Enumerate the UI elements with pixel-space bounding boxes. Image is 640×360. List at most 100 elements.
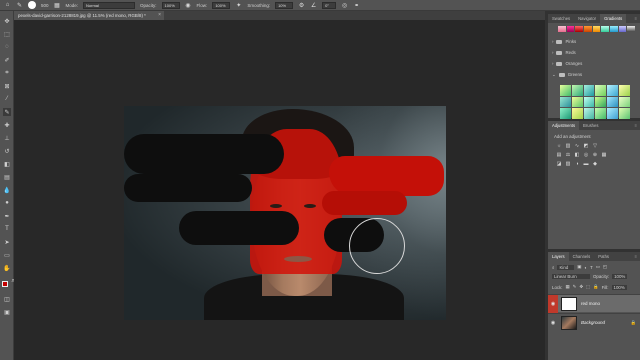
path-select-tool-icon[interactable]: ➤ [3, 238, 11, 246]
opacity-field[interactable]: 100% [161, 1, 180, 9]
gradient-swatch[interactable] [619, 96, 630, 108]
quick-select-tool-icon[interactable]: ✐ [3, 56, 11, 64]
gradient-swatch[interactable] [607, 96, 619, 108]
expand-chevron-icon[interactable]: › [552, 38, 553, 46]
threshold-icon[interactable]: ◑ [574, 161, 580, 167]
brush-preset-picker[interactable] [28, 1, 36, 9]
crop-tool-icon[interactable]: ⌗ [3, 69, 11, 77]
gradient-swatch[interactable] [566, 26, 575, 32]
selective-color-icon[interactable]: ◆ [592, 161, 598, 167]
gradient-swatch[interactable] [595, 96, 607, 108]
tab-gradients[interactable]: Gradients [600, 14, 627, 23]
layer-opacity-field[interactable]: 100% [612, 274, 628, 279]
posterize-icon[interactable]: ▨ [565, 161, 571, 167]
gradient-swatch[interactable] [560, 108, 571, 119]
lock-position-icon[interactable]: ✥ [579, 284, 583, 290]
gradient-swatch[interactable] [607, 108, 619, 119]
symmetry-icon[interactable]: ⚭ [353, 2, 360, 9]
gradient-swatch[interactable] [560, 96, 571, 108]
quick-mask-icon[interactable]: ◫ [3, 295, 11, 303]
levels-icon[interactable]: ▥ [565, 143, 571, 149]
gradient-swatch[interactable] [619, 85, 630, 96]
exposure-icon[interactable]: ◩ [583, 143, 589, 149]
blur-tool-icon[interactable]: 💧 [3, 186, 11, 194]
gradient-folder[interactable]: › Oranges [552, 60, 582, 68]
tab-navigator[interactable]: Navigator [574, 14, 600, 23]
type-tool-icon[interactable]: T [3, 225, 11, 233]
angle-icon[interactable]: ∠ [310, 2, 317, 9]
gradient-swatch[interactable] [601, 26, 610, 32]
color-balance-icon[interactable]: ⚖ [565, 152, 571, 158]
gradient-swatch[interactable] [607, 85, 619, 96]
tab-paths[interactable]: Paths [594, 252, 613, 261]
layer-fill-field[interactable]: 100% [611, 284, 627, 290]
tab-brushes[interactable]: Brushes [579, 121, 602, 130]
tab-channels[interactable]: Channels [569, 252, 595, 261]
lock-artboard-icon[interactable]: ⬚ [586, 284, 590, 290]
move-tool-icon[interactable]: ✥ [3, 17, 11, 25]
tab-adjustments[interactable]: Adjustments [548, 121, 580, 130]
filter-shape-icon[interactable]: ▭ [596, 264, 600, 270]
gradient-map-icon[interactable]: ▬ [583, 161, 589, 167]
tab-swatches[interactable]: Swatches [548, 14, 574, 23]
layer-name[interactable]: Background [581, 320, 605, 325]
filter-smart-icon[interactable]: ◰ [603, 264, 607, 270]
panel-menu-icon[interactable]: ≡ [635, 16, 640, 21]
panel-menu-icon[interactable]: ≡ [635, 254, 640, 259]
collapse-chevron-icon[interactable]: ⌄ [552, 71, 556, 79]
gradient-tool-icon[interactable]: ▤ [3, 173, 11, 181]
angle-field[interactable]: 0° [322, 1, 337, 9]
panel-menu-icon[interactable]: ≡ [635, 123, 640, 128]
eyedropper-tool-icon[interactable]: ⁄ [3, 95, 11, 103]
smoothing-options-icon[interactable]: ⚙ [298, 2, 305, 9]
channel-mixer-icon[interactable]: ⊕ [592, 152, 598, 158]
lock-all-icon[interactable]: 🔒 [593, 284, 598, 290]
gradient-swatch[interactable] [595, 85, 607, 96]
gradient-swatch[interactable] [571, 85, 583, 96]
tab-layers[interactable]: Layers [548, 252, 569, 261]
gradient-swatch[interactable] [583, 85, 595, 96]
gradient-swatch[interactable] [618, 26, 627, 32]
layer-row-red-mono[interactable]: ◉ red mono [548, 294, 640, 313]
gradient-swatch[interactable] [595, 108, 607, 119]
pen-tool-icon[interactable]: ✒ [3, 212, 11, 220]
gradient-swatch[interactable] [571, 96, 583, 108]
marquee-tool-icon[interactable]: ⬚ [3, 30, 11, 38]
blend-mode-select[interactable]: Linear Burn [552, 274, 590, 279]
gradient-swatch[interactable] [619, 108, 630, 119]
smoothing-field[interactable]: 10% [275, 1, 294, 9]
layer-name[interactable]: red mono [581, 301, 600, 306]
eye-icon[interactable]: ◉ [548, 294, 558, 313]
shape-tool-icon[interactable]: ▭ [3, 251, 11, 259]
brush-settings-icon[interactable]: ▦ [54, 2, 61, 9]
brush-icon[interactable]: ✎ [16, 2, 23, 9]
clone-stamp-tool-icon[interactable]: ⊥ [3, 134, 11, 142]
lock-paint-icon[interactable]: ✎ [573, 284, 577, 290]
curves-icon[interactable]: ∿ [574, 143, 580, 149]
gradient-swatch[interactable] [558, 26, 566, 32]
black-white-icon[interactable]: ◧ [574, 152, 580, 158]
gradient-swatch[interactable] [583, 108, 595, 119]
filter-type-icon[interactable]: T [590, 265, 593, 270]
canvas-workspace[interactable] [14, 20, 545, 360]
gradient-swatch[interactable] [627, 26, 636, 32]
gradient-swatch[interactable] [584, 26, 592, 32]
expand-chevron-icon[interactable]: › [552, 60, 553, 68]
screen-mode-icon[interactable]: ▣ [3, 308, 11, 316]
vibrance-icon[interactable]: ▽ [592, 143, 598, 149]
filter-pixel-icon[interactable]: ▣ [577, 264, 581, 270]
gradient-swatch[interactable] [571, 108, 583, 119]
document-tab[interactable]: pexels-david-garrison-2128819.jpg @ 11.5… [14, 11, 164, 20]
hand-tool-icon[interactable]: ✋ [3, 264, 11, 272]
dodge-tool-icon[interactable]: ● [3, 199, 11, 207]
gradient-swatch[interactable] [560, 85, 571, 96]
brush-tool-icon[interactable]: ✎ [3, 108, 11, 116]
lock-icon[interactable]: 🔒 [631, 320, 636, 326]
home-icon[interactable]: ⌂ [4, 2, 11, 9]
expand-chevron-icon[interactable]: › [552, 49, 553, 57]
lock-pixels-icon[interactable]: ▦ [566, 284, 570, 290]
color-lookup-icon[interactable]: ▦ [601, 152, 607, 158]
mode-select[interactable]: Normal [83, 1, 136, 9]
lasso-tool-icon[interactable]: ◌ [3, 43, 11, 51]
eraser-tool-icon[interactable]: ◧ [3, 160, 11, 168]
